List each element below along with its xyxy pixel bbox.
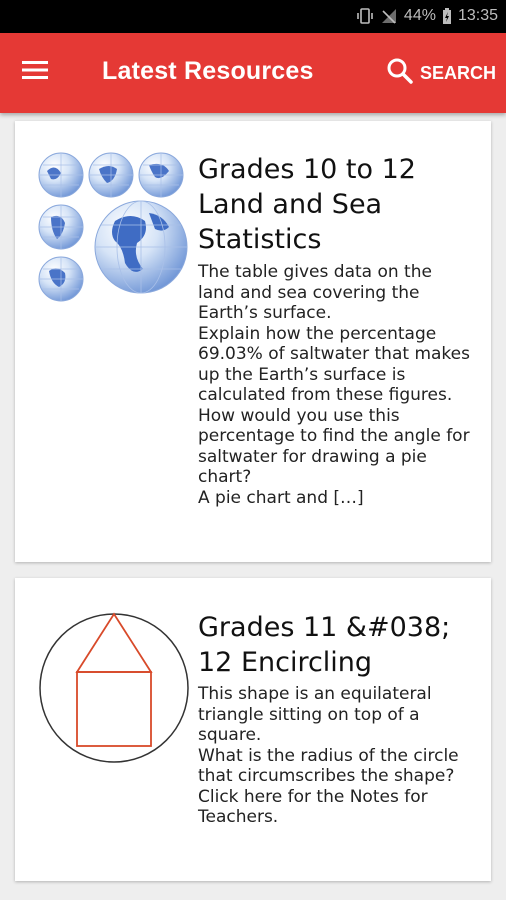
status-icons: 44% 13:35 bbox=[356, 7, 498, 25]
search-button[interactable]: SEARCH bbox=[386, 57, 496, 90]
circle-house-thumbnail bbox=[37, 608, 191, 768]
battery-percent: 44% bbox=[403, 7, 436, 24]
resource-excerpt: This shape is an equilateral triangle si… bbox=[198, 684, 459, 827]
page-title: Latest Resources bbox=[102, 57, 314, 85]
resource-title[interactable]: Grades 10 to 12 Land and Sea Statistics bbox=[198, 152, 458, 257]
hamburger-menu-icon bbox=[22, 61, 50, 85]
resource-card[interactable]: Grades 10 to 12 Land and Sea Statistics … bbox=[15, 121, 491, 562]
resource-card[interactable]: Grades 11 &#038; 12 Encircling This shap… bbox=[15, 578, 491, 881]
search-icon bbox=[386, 57, 414, 90]
app-bar: Latest Resources SEARCH bbox=[0, 33, 506, 113]
resource-excerpt: The table gives data on the land and sea… bbox=[198, 262, 470, 508]
signal-icon bbox=[380, 7, 398, 25]
vibrate-icon bbox=[356, 7, 374, 25]
menu-button[interactable] bbox=[22, 59, 68, 89]
clock: 13:35 bbox=[457, 7, 498, 24]
search-label: SEARCH bbox=[419, 63, 496, 83]
globes-thumbnail bbox=[37, 151, 189, 303]
resource-title[interactable]: Grades 11 &#038; 12 Encircling bbox=[198, 610, 458, 680]
status-bar: 44% 13:35 bbox=[0, 0, 506, 33]
globe-icon bbox=[38, 152, 84, 198]
battery-icon bbox=[442, 7, 452, 25]
